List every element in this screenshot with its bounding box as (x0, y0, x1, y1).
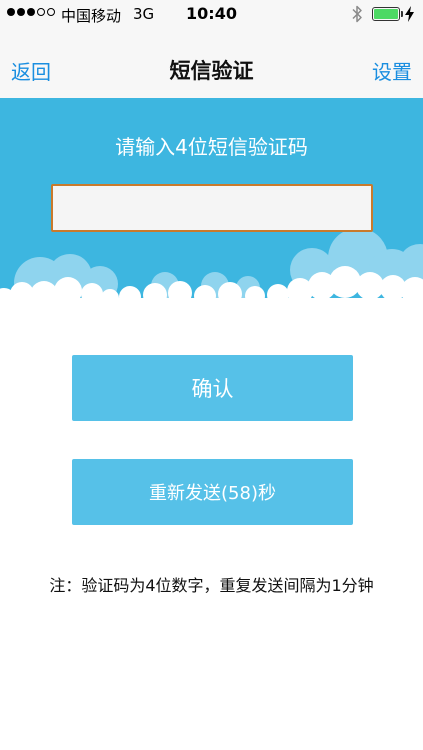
status-bar: 中国移动 3G 10:40 (0, 0, 423, 30)
sms-code-input[interactable] (51, 184, 373, 232)
verification-prompt: 请输入4位短信验证码 (115, 135, 308, 159)
navigation-bar: 返回 短信验证 设置 (0, 30, 423, 98)
resend-note: 注：验证码为4位数字，重复发送间隔为1分钟 (49, 576, 374, 595)
battery-icon (372, 7, 400, 21)
resend-code-button[interactable]: 重新发送(58)秒 (72, 459, 353, 525)
bluetooth-icon (352, 5, 362, 23)
sms-verification-screen: 中国移动 3G 10:40 返回 短信验证 设置 请输入4位短信验证码 确认 重… (0, 0, 423, 750)
charging-bolt-icon (405, 6, 414, 22)
page-title: 短信验证 (169, 59, 254, 83)
verification-header: 请输入4位短信验证码 (0, 98, 423, 310)
battery-level-fill (374, 9, 398, 19)
battery-cap (401, 11, 403, 17)
confirm-button[interactable]: 确认 (72, 355, 353, 421)
settings-button[interactable]: 设置 (372, 56, 412, 85)
